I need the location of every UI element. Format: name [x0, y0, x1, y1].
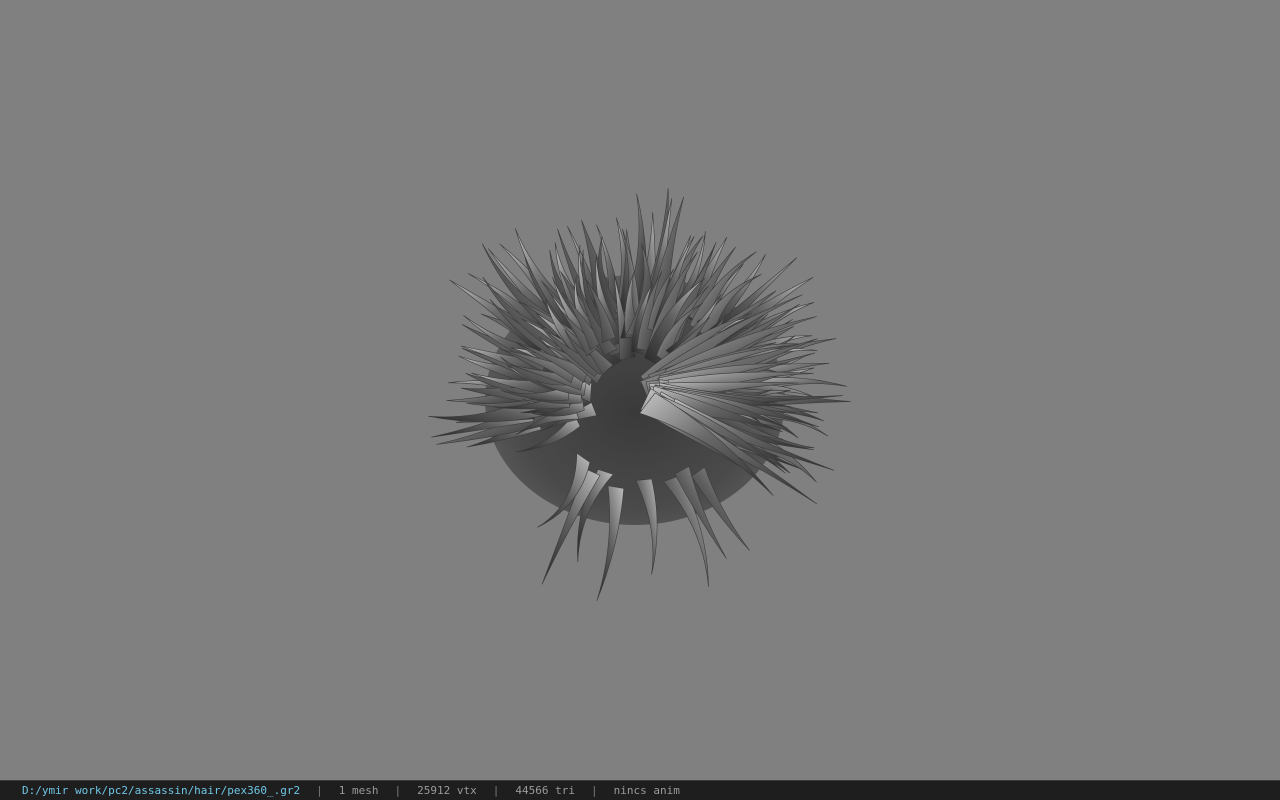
separator: | — [591, 784, 598, 797]
triangle-count: 44566 tri — [515, 784, 575, 797]
mesh-count: 1 mesh — [338, 784, 379, 797]
file-path: D:/ymir work/pc2/assassin/hair/pex360_.g… — [22, 784, 301, 797]
hair-mesh-icon — [428, 187, 851, 601]
vertex-count: 25912 vtx — [417, 784, 477, 797]
separator: | — [492, 784, 500, 797]
separator: | — [316, 784, 323, 797]
separator: | — [394, 784, 402, 797]
animation-status: nincs anim — [613, 784, 680, 797]
3d-viewport[interactable] — [0, 0, 1280, 780]
status-bar: D:/ymir work/pc2/assassin/hair/pex360_.g… — [0, 780, 1280, 800]
